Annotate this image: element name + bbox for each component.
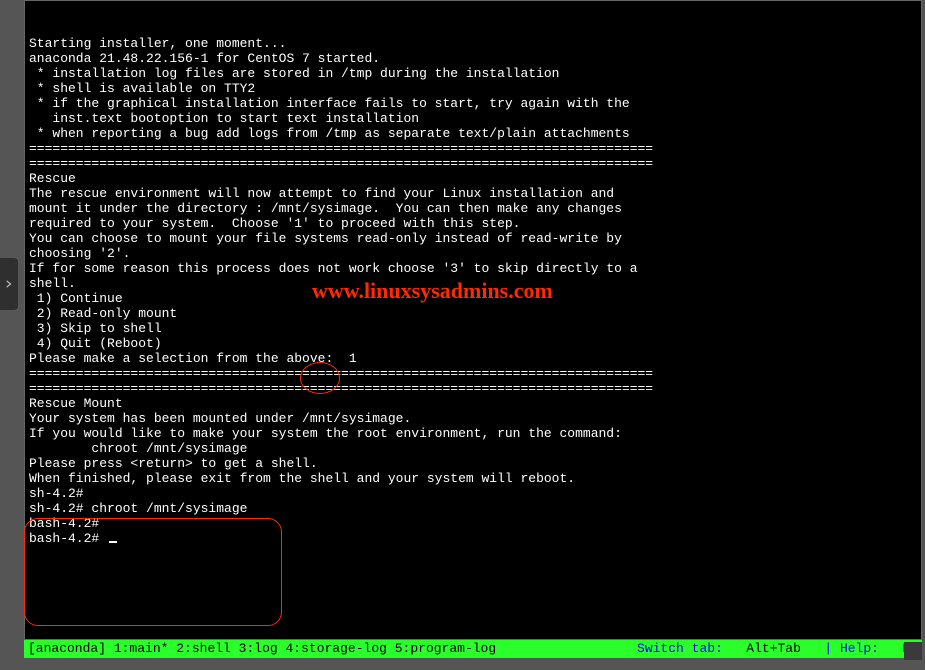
terminal-line: inst.text bootoption to start text insta…: [29, 111, 917, 126]
terminal-line: When finished, please exit from the shel…: [29, 471, 917, 486]
terminal-line: shell.: [29, 276, 917, 291]
help-label: | Help:: [824, 641, 879, 656]
terminal-line: 1) Continue: [29, 291, 917, 306]
terminal-line: * installation log files are stored in /…: [29, 66, 917, 81]
terminal-line: * shell is available on TTY2: [29, 81, 917, 96]
terminal-line: Rescue: [29, 171, 917, 186]
status-bar: [anaconda] 1:main* 2:shell 3:log 4:stora…: [24, 640, 922, 658]
terminal-line: ========================================…: [29, 366, 917, 381]
switch-tab-keys: Alt+Tab: [746, 641, 801, 656]
chevron-right-icon: [5, 280, 13, 288]
terminal-line: required to your system. Choose '1' to p…: [29, 216, 917, 231]
terminal-line: If for some reason this process does not…: [29, 261, 917, 276]
terminal-line: Please press <return> to get a shell.: [29, 456, 917, 471]
status-help: Switch tab: Alt+Tab | Help: F1: [637, 640, 918, 658]
status-tab-program-log[interactable]: 5:program-log: [395, 641, 496, 656]
terminal-line: bash-4.2#: [29, 531, 917, 546]
status-prefix: [anaconda]: [28, 640, 114, 658]
terminal-line: * when reporting a bug add logs from /tm…: [29, 126, 917, 141]
terminal-line: sh-4.2# chroot /mnt/sysimage: [29, 501, 917, 516]
terminal-line: ========================================…: [29, 141, 917, 156]
terminal-line: anaconda 21.48.22.156-1 for CentOS 7 sta…: [29, 51, 917, 66]
status-tabs: [anaconda] 1:main* 2:shell 3:log 4:stora…: [28, 640, 496, 658]
status-tab-shell[interactable]: 2:shell: [176, 641, 231, 656]
terminal-line: 2) Read-only mount: [29, 306, 917, 321]
status-tab-log[interactable]: 3:log: [239, 641, 278, 656]
terminal-line: chroot /mnt/sysimage: [29, 441, 917, 456]
terminal-line: Please make a selection from the above: …: [29, 351, 917, 366]
terminal-line: 4) Quit (Reboot): [29, 336, 917, 351]
side-panel-toggle[interactable]: [0, 258, 18, 310]
terminal-line: If you would like to make your system th…: [29, 426, 917, 441]
status-tab-main[interactable]: 1:main*: [114, 641, 169, 656]
cursor: [109, 541, 117, 543]
terminal-line: sh-4.2#: [29, 486, 917, 501]
terminal-line: Rescue Mount: [29, 396, 917, 411]
terminal-line: 3) Skip to shell: [29, 321, 917, 336]
scroll-corner: [904, 642, 922, 660]
terminal-line: The rescue environment will now attempt …: [29, 186, 917, 201]
terminal-line: mount it under the directory : /mnt/sysi…: [29, 201, 917, 216]
terminal-window[interactable]: Starting installer, one moment...anacond…: [24, 0, 922, 640]
switch-tab-label: Switch tab:: [637, 641, 723, 656]
status-tab-storage-log[interactable]: 4:storage-log: [286, 641, 387, 656]
terminal-line: bash-4.2#: [29, 516, 917, 531]
terminal-line: Your system has been mounted under /mnt/…: [29, 411, 917, 426]
terminal-line: ========================================…: [29, 381, 917, 396]
terminal-line: * if the graphical installation interfac…: [29, 96, 917, 111]
terminal-line: choosing '2'.: [29, 246, 917, 261]
terminal-line: ========================================…: [29, 156, 917, 171]
terminal-line: Starting installer, one moment...: [29, 36, 917, 51]
terminal-line: You can choose to mount your file system…: [29, 231, 917, 246]
